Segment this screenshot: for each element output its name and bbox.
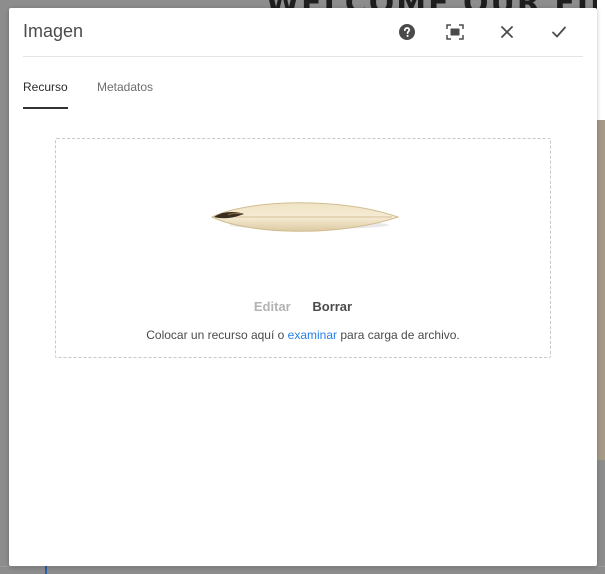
help-icon bbox=[399, 24, 415, 40]
tab-recurso[interactable]: Recurso bbox=[23, 80, 68, 109]
asset-dropzone[interactable]: Editar Borrar Colocar un recurso aquí o … bbox=[55, 138, 551, 358]
asset-actions: Editar Borrar bbox=[56, 299, 550, 314]
close-button[interactable] bbox=[495, 20, 519, 44]
surfboard-image bbox=[210, 193, 400, 243]
tab-metadatos[interactable]: Metadatos bbox=[97, 80, 153, 107]
confirm-button[interactable] bbox=[547, 20, 571, 44]
dialog-header: Imagen bbox=[23, 8, 583, 57]
dialog-title: Imagen bbox=[23, 21, 84, 41]
background-page-image bbox=[597, 120, 605, 460]
fullscreen-icon bbox=[446, 24, 464, 40]
delete-button[interactable]: Borrar bbox=[312, 299, 352, 314]
browse-link[interactable]: examinar bbox=[288, 328, 337, 342]
edit-button[interactable]: Editar bbox=[254, 299, 291, 314]
fullscreen-button[interactable] bbox=[443, 20, 467, 44]
hint-text-after: para carga de archivo. bbox=[337, 328, 460, 342]
background-page-edge bbox=[597, 0, 605, 120]
checkmark-icon bbox=[551, 25, 567, 39]
background-accent-line bbox=[45, 566, 47, 574]
background-divider bbox=[0, 566, 605, 567]
close-icon bbox=[500, 25, 514, 39]
dropzone-hint: Colocar un recurso aquí o examinar para … bbox=[56, 328, 550, 342]
image-dialog: Imagen Recurso Metadatos Editar Borrar C… bbox=[9, 8, 597, 566]
hint-text-before: Colocar un recurso aquí o bbox=[146, 328, 288, 342]
help-button[interactable] bbox=[395, 20, 419, 44]
